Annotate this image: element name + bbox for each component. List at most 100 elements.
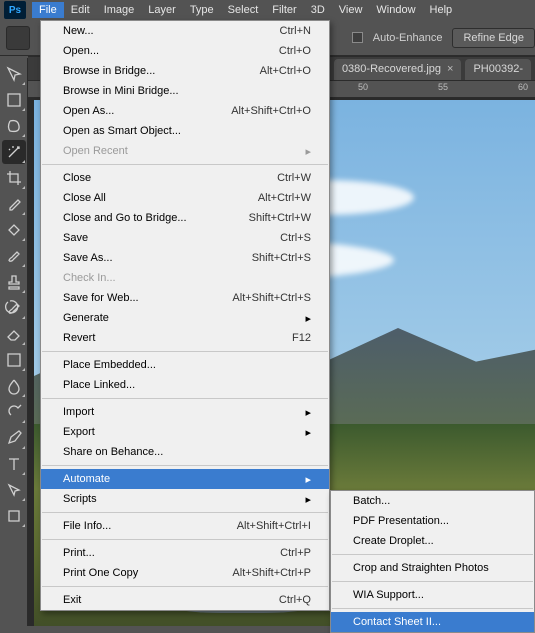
menu-item-file-info-[interactable]: File Info...Alt+Shift+Ctrl+I [41, 516, 329, 536]
menu-edit[interactable]: Edit [64, 2, 97, 18]
menu-item-open-[interactable]: Open...Ctrl+O [41, 41, 329, 61]
menu-type[interactable]: Type [183, 2, 221, 18]
shortcut-label: Alt+Ctrl+O [220, 65, 311, 77]
menu-item-new-[interactable]: New...Ctrl+N [41, 21, 329, 41]
type-tool[interactable] [2, 452, 26, 476]
menu-item-print-[interactable]: Print... Ctrl+P [41, 543, 329, 563]
tab-label: PH00392- [473, 63, 523, 75]
menu-select[interactable]: Select [221, 2, 266, 18]
menu-item-save[interactable]: SaveCtrl+S [41, 228, 329, 248]
shortcut-label: Ctrl+P [240, 547, 311, 559]
menu-item-label: Import [63, 406, 94, 418]
close-icon[interactable]: × [447, 63, 453, 75]
stamp-tool[interactable] [2, 270, 26, 294]
menu-item-print-one-copy[interactable]: Print One CopyAlt+Shift+Ctrl+P [41, 563, 329, 583]
menu-item-generate[interactable]: Generate▸ [41, 308, 329, 328]
menu-item-browse-in-mini-bridge-[interactable]: Browse in Mini Bridge... [41, 81, 329, 101]
pen-tool[interactable] [2, 426, 26, 450]
shortcut-label: Alt+Ctrl+W [218, 192, 311, 204]
shortcut-label: Ctrl+Q [239, 594, 311, 606]
dodge-tool[interactable] [2, 400, 26, 424]
menubar: Ps FileEditImageLayerTypeSelectFilter3DV… [0, 0, 535, 20]
menu-item-place-linked-[interactable]: Place Linked... [41, 375, 329, 395]
shortcut-label: F12 [252, 332, 311, 344]
marquee-tool[interactable] [2, 88, 26, 112]
menu-item-save-as-[interactable]: Save As...Shift+Ctrl+S [41, 248, 329, 268]
brush-tool[interactable] [2, 244, 26, 268]
menu-item-check-in-: Check In... [41, 268, 329, 288]
menu-item-open-as-[interactable]: Open As...Alt+Shift+Ctrl+O [41, 101, 329, 121]
menu-item-label: Contact Sheet II... [353, 616, 441, 628]
menu-window[interactable]: Window [369, 2, 422, 18]
menu-item-automate[interactable]: Automate▸ [41, 469, 329, 489]
menu-item-pdf-presentation-[interactable]: PDF Presentation... [331, 511, 534, 531]
lasso-tool[interactable] [2, 114, 26, 138]
crop-tool[interactable] [2, 166, 26, 190]
menu-item-wia-support-[interactable]: WIA Support... [331, 585, 534, 605]
menu-item-share-on-behance-[interactable]: Share on Behance... [41, 442, 329, 462]
eraser-tool[interactable] [2, 322, 26, 346]
menu-item-create-droplet-[interactable]: Create Droplet... [331, 531, 534, 551]
menu-item-open-as-smart-object-[interactable]: Open as Smart Object... [41, 121, 329, 141]
document-tab[interactable]: PH00392- [465, 59, 531, 80]
menu-separator [332, 608, 533, 609]
menu-item-label: Save for Web... [63, 292, 139, 304]
menu-separator [332, 554, 533, 555]
menu-item-revert[interactable]: Revert F12 [41, 328, 329, 348]
menu-item-browse-in-bridge-[interactable]: Browse in Bridge...Alt+Ctrl+O [41, 61, 329, 81]
menu-item-label: Close [63, 172, 91, 184]
menu-view[interactable]: View [332, 2, 370, 18]
menu-separator [42, 398, 328, 399]
ruler-mark: 55 [438, 82, 448, 92]
menu-item-close-all[interactable]: Close All Alt+Ctrl+W [41, 188, 329, 208]
menu-item-close[interactable]: CloseCtrl+W [41, 168, 329, 188]
menu-help[interactable]: Help [423, 2, 460, 18]
ruler-mark: 50 [358, 82, 368, 92]
eyedropper-tool[interactable] [2, 192, 26, 216]
auto-enhance-checkbox[interactable] [352, 32, 363, 43]
refine-edge-button[interactable]: Refine Edge [452, 28, 535, 48]
magic-wand-tool[interactable] [2, 140, 26, 164]
menu-item-import[interactable]: Import▸ [41, 402, 329, 422]
submenu-arrow-icon: ▸ [265, 473, 311, 486]
rectangle-tool[interactable] [2, 504, 26, 528]
move-tool[interactable] [2, 62, 26, 86]
menu-item-label: Revert [63, 332, 95, 344]
menu-item-save-for-web-[interactable]: Save for Web...Alt+Shift+Ctrl+S [41, 288, 329, 308]
path-select-tool[interactable] [2, 478, 26, 502]
menu-item-label: Close All [63, 192, 106, 204]
menu-layer[interactable]: Layer [141, 2, 183, 18]
menu-file[interactable]: File [32, 2, 64, 18]
menu-item-label: Crop and Straighten Photos [353, 562, 489, 574]
healing-tool[interactable] [2, 218, 26, 242]
menu-separator [42, 465, 328, 466]
tools-panel [0, 58, 28, 626]
menu-separator [42, 164, 328, 165]
menu-item-label: Scripts [63, 493, 97, 505]
blur-tool[interactable] [2, 374, 26, 398]
menu-item-label: Open As... [63, 105, 114, 117]
menu-item-scripts[interactable]: Scripts▸ [41, 489, 329, 509]
menu-item-close-and-go-to-bridge-[interactable]: Close and Go to Bridge...Shift+Ctrl+W [41, 208, 329, 228]
menu-item-exit[interactable]: ExitCtrl+Q [41, 590, 329, 610]
menu-item-label: PDF Presentation... [353, 515, 449, 527]
menu-item-batch-[interactable]: Batch... [331, 491, 534, 511]
menu-item-crop-and-straighten-photos[interactable]: Crop and Straighten Photos [331, 558, 534, 578]
menu-item-label: Print... [63, 547, 95, 559]
file-menu-dropdown: New...Ctrl+NOpen...Ctrl+OBrowse in Bridg… [40, 20, 330, 611]
menu-3d[interactable]: 3D [304, 2, 332, 18]
menu-item-label: Open... [63, 45, 99, 57]
menu-item-label: Open as Smart Object... [63, 125, 181, 137]
menu-item-label: Batch... [353, 495, 390, 507]
menu-image[interactable]: Image [97, 2, 142, 18]
gradient-tool[interactable] [2, 348, 26, 372]
submenu-arrow-icon: ▸ [265, 312, 311, 325]
menu-item-place-embedded-[interactable]: Place Embedded... [41, 355, 329, 375]
history-brush-tool[interactable] [2, 296, 26, 320]
menu-item-export[interactable]: Export▸ [41, 422, 329, 442]
menu-item-contact-sheet-ii-[interactable]: Contact Sheet II... [331, 612, 534, 632]
menu-filter[interactable]: Filter [265, 2, 303, 18]
tab-label: 0380-Recovered.jpg [342, 63, 441, 75]
tool-preset-icon[interactable] [6, 26, 30, 50]
document-tab[interactable]: 0380-Recovered.jpg × [334, 59, 462, 80]
